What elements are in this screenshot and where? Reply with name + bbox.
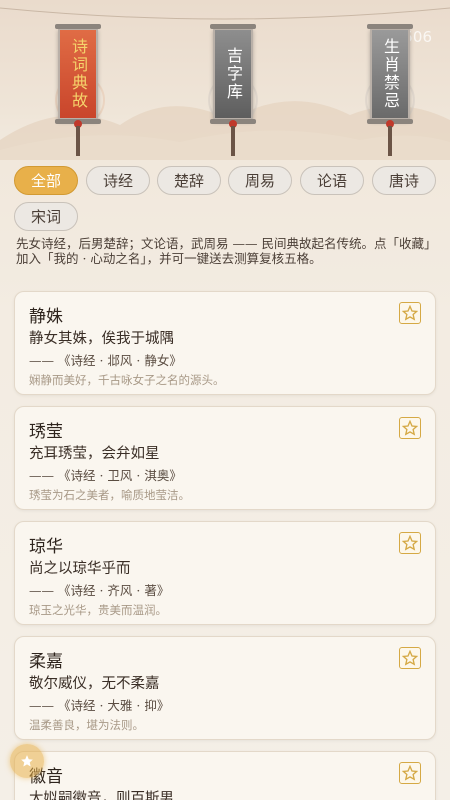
card-name: 琇莹 <box>29 422 63 442</box>
name-card[interactable]: 琇莹 充耳琇莹，会弁如星 —— 《诗经 · 卫风 · 淇奥》 琇莹为石之美者，喻… <box>14 406 436 510</box>
card-description: 琇莹为石之美者，喻质地莹洁。 <box>29 488 190 502</box>
card-source: —— 《诗经 · 卫风 · 淇奥》 <box>29 468 182 483</box>
tab-zhouyi[interactable]: 周易 <box>228 166 292 195</box>
card-source: —— 《诗经 · 邶风 · 静女》 <box>29 353 182 368</box>
card-name: 静姝 <box>29 307 63 327</box>
tab-label: 周易 <box>244 172 275 190</box>
tab-all[interactable]: 全部 <box>14 166 78 195</box>
tab-chuci[interactable]: 楚辞 <box>157 166 221 195</box>
tab-label: 论语 <box>316 172 347 190</box>
star-outline-icon[interactable] <box>399 647 421 669</box>
card-verse: 大姒嗣徽音，则百斯男 <box>29 791 174 800</box>
star-outline-icon[interactable] <box>399 532 421 554</box>
banner-poetry-allusion[interactable]: 诗词典故 <box>55 24 101 124</box>
banner-label: 生肖禁忌 <box>381 38 400 110</box>
card-verse: 静女其姝，俟我于城隅 <box>29 331 174 347</box>
tab-shijing[interactable]: 诗经 <box>86 166 150 195</box>
tassel-icon <box>388 126 392 156</box>
card-verse: 尚之以琼华乎而 <box>29 561 131 577</box>
star-outline-icon[interactable] <box>399 417 421 439</box>
card-description: 温柔善良，堪为法则。 <box>29 718 144 732</box>
banner-zodiac-taboos[interactable]: 生肖禁忌 <box>367 24 413 124</box>
banner-lucky-characters[interactable]: 吉字库 <box>210 24 256 124</box>
card-source: —— 《诗经 · 大雅 · 抑》 <box>29 698 170 713</box>
name-card[interactable]: 徽音 大姒嗣徽音，则百斯男 <box>14 751 436 800</box>
card-description: 娴静而美好，千古咏女子之名的源头。 <box>29 373 225 387</box>
tab-lunyu[interactable]: 论语 <box>300 166 364 195</box>
tab-label: 唐诗 <box>388 172 419 190</box>
card-name: 琼华 <box>29 537 63 557</box>
tab-songci[interactable]: 宋词 <box>14 202 78 231</box>
intro-text: 先女诗经，后男楚辞；文论语，武周易 —— 民间典故起名传统。点「收藏」加入「我的… <box>16 236 431 266</box>
card-source: —— 《诗经 · 齐风 · 著》 <box>29 583 170 598</box>
banner-label: 吉字库 <box>224 47 243 101</box>
tab-tangshi[interactable]: 唐诗 <box>372 166 436 195</box>
name-card[interactable]: 柔嘉 敬尔威仪，无不柔嘉 —— 《诗经 · 大雅 · 抑》 温柔善良，堪为法则。 <box>14 636 436 740</box>
star-outline-icon[interactable] <box>399 762 421 784</box>
header-banner-area: gb506 诗词典故 吉字库 生肖禁忌 <box>0 0 450 160</box>
tassel-icon <box>231 126 235 156</box>
tab-label: 全部 <box>30 172 61 190</box>
tab-label: 楚辞 <box>173 172 204 190</box>
tassel-icon <box>76 126 80 156</box>
card-verse: 敬尔威仪，无不柔嘉 <box>29 676 160 692</box>
tab-label: 诗经 <box>102 172 133 190</box>
name-card[interactable]: 静姝 静女其姝，俟我于城隅 —— 《诗经 · 邶风 · 静女》 娴静而美好，千古… <box>14 291 436 395</box>
banner-label: 诗词典故 <box>69 38 88 110</box>
star-outline-icon[interactable] <box>399 302 421 324</box>
tab-label: 宋词 <box>30 208 61 226</box>
star-badge-icon[interactable] <box>10 744 44 778</box>
card-name: 柔嘉 <box>29 652 63 672</box>
card-description: 琼玉之光华，贵美而温润。 <box>29 603 167 617</box>
card-verse: 充耳琇莹，会弁如星 <box>29 446 160 462</box>
name-card[interactable]: 琼华 尚之以琼华乎而 —— 《诗经 · 齐风 · 著》 琼玉之光华，贵美而温润。 <box>14 521 436 625</box>
